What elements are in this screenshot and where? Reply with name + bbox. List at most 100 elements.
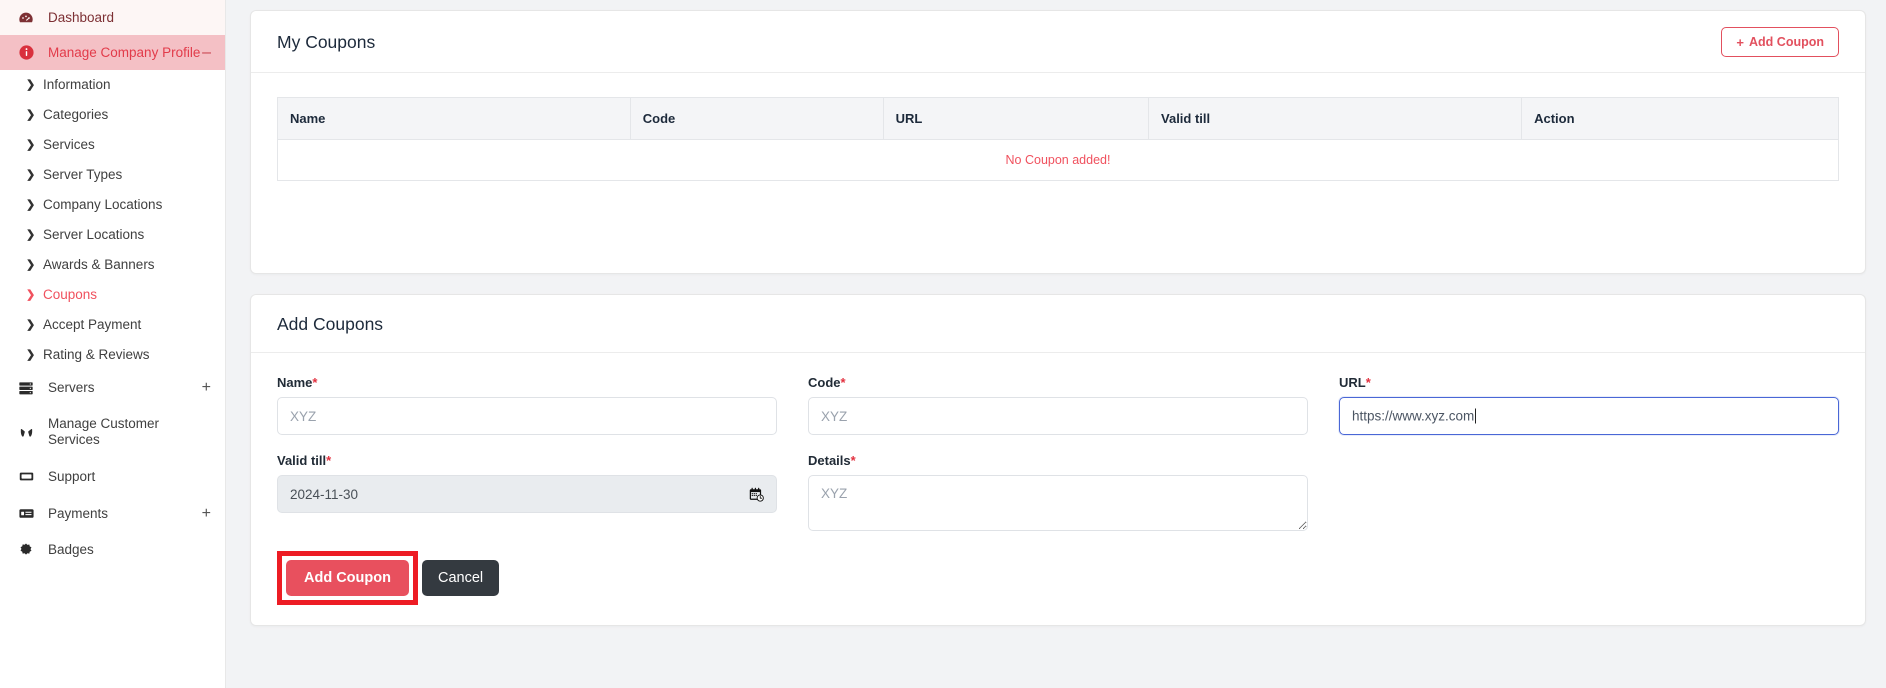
chevron-right-icon: ❯ [26, 198, 36, 211]
required-asterisk: * [850, 453, 856, 468]
required-asterisk: * [1365, 375, 1371, 390]
page-title: My Coupons [277, 31, 376, 52]
field-valid-till-label: Valid till* [277, 453, 777, 468]
sidebar: Dashboard Manage Company Profile – ❯ Inf… [0, 0, 226, 688]
sidebar-item-server-types[interactable]: ❯ Server Types [0, 160, 225, 190]
sidebar-item-information[interactable]: ❯ Information [0, 70, 225, 100]
sidebar-item-support[interactable]: Support [0, 458, 225, 495]
field-details-label: Details* [808, 453, 1308, 468]
chevron-right-icon: ❯ [26, 228, 36, 241]
sidebar-item-manage-customer-services[interactable]: Manage Customer Services [0, 406, 225, 458]
required-asterisk: * [326, 453, 332, 468]
collapse-toggle-icon[interactable]: – [202, 44, 211, 61]
column-header-valid-till: Valid till [1148, 97, 1523, 140]
sidebar-item-servers[interactable]: Servers + [0, 370, 225, 406]
server-rack-icon [18, 380, 44, 396]
sidebar-item-dashboard[interactable]: Dashboard [0, 0, 225, 35]
sidebar-item-server-locations-label: Server Locations [43, 227, 145, 242]
sidebar-item-coupons[interactable]: ❯ Coupons [0, 280, 225, 310]
column-header-code: Code [629, 97, 884, 140]
chevron-right-icon: ❯ [26, 318, 36, 331]
column-header-url: URL [882, 97, 1150, 140]
sidebar-item-badges-label: Badges [48, 542, 94, 557]
field-code-label-text: Code [808, 375, 841, 390]
dashboard-gauge-icon [18, 10, 44, 26]
ticket-icon [18, 468, 44, 485]
chevron-right-icon: ❯ [26, 168, 36, 181]
my-coupons-card-header: My Coupons + Add Coupon [251, 11, 1865, 73]
sidebar-item-company-locations-label: Company Locations [43, 197, 163, 212]
sidebar-item-payments[interactable]: Payments + [0, 495, 225, 532]
coupon-form-grid: Name* Code* URL* [277, 375, 1839, 549]
sidebar-item-rating-reviews[interactable]: ❯ Rating & Reviews [0, 340, 225, 370]
sidebar-item-manage-company-profile-label: Manage Company Profile [48, 44, 201, 60]
column-header-name: Name [277, 97, 631, 140]
app-root: Dashboard Manage Company Profile – ❯ Inf… [0, 0, 1886, 688]
cancel-button[interactable]: Cancel [421, 560, 500, 596]
sidebar-item-services-label: Services [43, 137, 95, 152]
form-actions: Add Coupon Cancel [277, 551, 1839, 605]
badge-starburst-icon [18, 542, 44, 558]
field-details: Details* [808, 453, 1308, 531]
add-coupons-card: Add Coupons Name* Code* [250, 294, 1866, 626]
sidebar-item-awards-banners-label: Awards & Banners [43, 257, 155, 272]
sidebar-item-company-locations[interactable]: ❯ Company Locations [0, 190, 225, 220]
my-coupons-card: My Coupons + Add Coupon Name Code URL Va… [250, 10, 1866, 274]
url-input[interactable] [1339, 397, 1839, 435]
add-coupons-card-header: Add Coupons [251, 295, 1865, 353]
coupons-table-body: No Coupon added! [277, 139, 1839, 181]
chevron-right-icon: ❯ [26, 138, 36, 151]
chevron-right-icon: ❯ [26, 348, 36, 361]
sidebar-item-servers-label: Servers [48, 380, 95, 395]
expand-toggle-icon[interactable]: + [202, 505, 211, 522]
hands-icon [18, 424, 44, 441]
name-input[interactable] [277, 397, 777, 435]
details-textarea[interactable] [808, 475, 1308, 531]
field-url-label-text: URL [1339, 375, 1366, 390]
main-content: My Coupons + Add Coupon Name Code URL Va… [226, 0, 1886, 688]
coupons-table-head: Name Code URL Valid till Action [277, 97, 1839, 140]
my-coupons-card-body: Name Code URL Valid till Action No Coupo… [251, 73, 1865, 273]
required-asterisk: * [312, 375, 318, 390]
sidebar-item-manage-company-profile[interactable]: Manage Company Profile – [0, 35, 225, 70]
add-coupon-top-button-label: Add Coupon [1749, 35, 1824, 49]
sidebar-item-coupons-label: Coupons [43, 287, 98, 302]
required-asterisk: * [840, 375, 846, 390]
valid-till-input-wrapper [277, 475, 777, 513]
add-coupon-submit-button[interactable]: Add Coupon [286, 560, 409, 596]
calendar-clock-icon[interactable] [747, 485, 765, 503]
sidebar-item-accept-payment-label: Accept Payment [43, 317, 142, 332]
expand-toggle-icon[interactable]: + [202, 380, 211, 396]
coupons-table: Name Code URL Valid till Action No Coupo… [277, 97, 1839, 181]
sidebar-item-server-types-label: Server Types [43, 167, 123, 182]
code-input[interactable] [808, 397, 1308, 435]
sidebar-item-manage-customer-services-label: Manage Customer Services [48, 416, 160, 447]
sidebar-item-server-locations[interactable]: ❯ Server Locations [0, 220, 225, 250]
add-coupons-card-body: Name* Code* URL* [251, 353, 1865, 625]
sidebar-item-awards-banners[interactable]: ❯ Awards & Banners [0, 250, 225, 280]
column-header-action: Action [1521, 97, 1839, 140]
chevron-right-icon: ❯ [26, 108, 36, 121]
plus-icon: + [1736, 34, 1745, 50]
table-header-row: Name Code URL Valid till Action [277, 97, 1839, 140]
field-code: Code* [808, 375, 1308, 435]
url-input-wrapper: https://www.xyz.com [1339, 397, 1839, 435]
field-valid-till: Valid till* [277, 453, 777, 531]
table-row-empty: No Coupon added! [277, 139, 1839, 181]
field-spacer [1339, 453, 1839, 531]
field-valid-till-label-text: Valid till [277, 453, 327, 468]
sidebar-item-rating-reviews-label: Rating & Reviews [43, 347, 150, 362]
sidebar-item-services[interactable]: ❯ Services [0, 130, 225, 160]
chevron-right-icon: ❯ [26, 258, 36, 271]
highlight-annotation: Add Coupon [277, 551, 418, 605]
sidebar-item-accept-payment[interactable]: ❯ Accept Payment [0, 310, 225, 340]
sidebar-item-dashboard-label: Dashboard [48, 9, 115, 25]
field-name: Name* [277, 375, 777, 435]
add-coupon-top-button[interactable]: + Add Coupon [1721, 27, 1839, 57]
valid-till-input[interactable] [277, 475, 777, 513]
sidebar-item-badges[interactable]: Badges [0, 532, 225, 568]
sidebar-item-information-label: Information [43, 77, 111, 92]
sidebar-item-categories[interactable]: ❯ Categories [0, 100, 225, 130]
sidebar-item-payments-label: Payments [48, 505, 109, 521]
sidebar-item-support-label: Support [48, 468, 96, 484]
